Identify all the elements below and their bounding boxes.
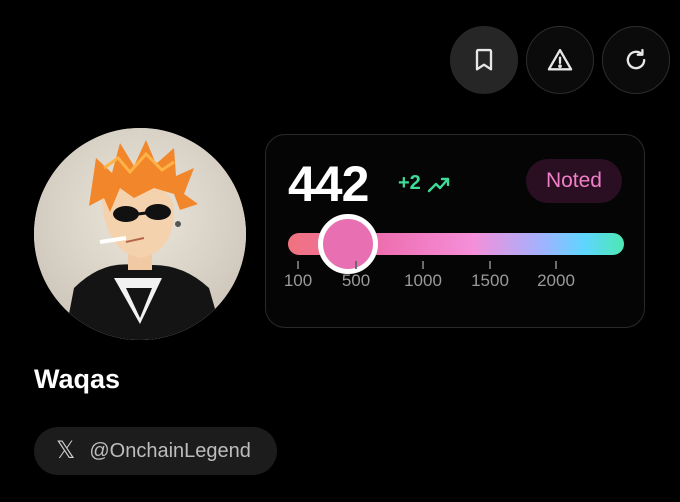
trending-up-icon [427,177,450,192]
tick-mark [297,261,299,269]
action-bar [450,26,670,94]
score-value: 442 [288,156,369,212]
x-icon: 𝕏 [56,437,76,464]
report-button[interactable] [526,26,594,94]
tick-label: 1500 [471,271,509,290]
tick-mark [555,261,557,269]
refresh-icon [626,48,646,70]
bookmark-icon [475,48,493,71]
tick-label: 2000 [537,271,575,290]
score-card: 442 +2 Noted 100 500 1000 1500 2000 [265,134,645,328]
social-handle-pill[interactable]: 𝕏 @OnchainLegend [34,427,277,475]
tick-label: 1000 [404,271,442,290]
status-badge: Noted [525,159,622,203]
score-slider-ticks: 100 500 1000 1500 2000 [284,261,624,301]
avatar [34,128,246,340]
bookmark-button[interactable] [450,26,518,94]
score-delta: +2 [398,172,451,195]
social-handle: @OnchainLegend [89,439,251,462]
tick-label: 100 [283,271,313,290]
tick-label: 500 [341,271,371,290]
warning-icon [547,48,573,71]
score-slider-track[interactable] [288,214,624,274]
score-delta-text: +2 [398,172,421,194]
avatar-image [34,128,246,340]
tick-mark [422,261,424,269]
tick-mark [355,261,357,269]
refresh-button[interactable] [602,26,670,94]
tick-mark [489,261,491,269]
profile-name: Waqas [34,364,121,394]
